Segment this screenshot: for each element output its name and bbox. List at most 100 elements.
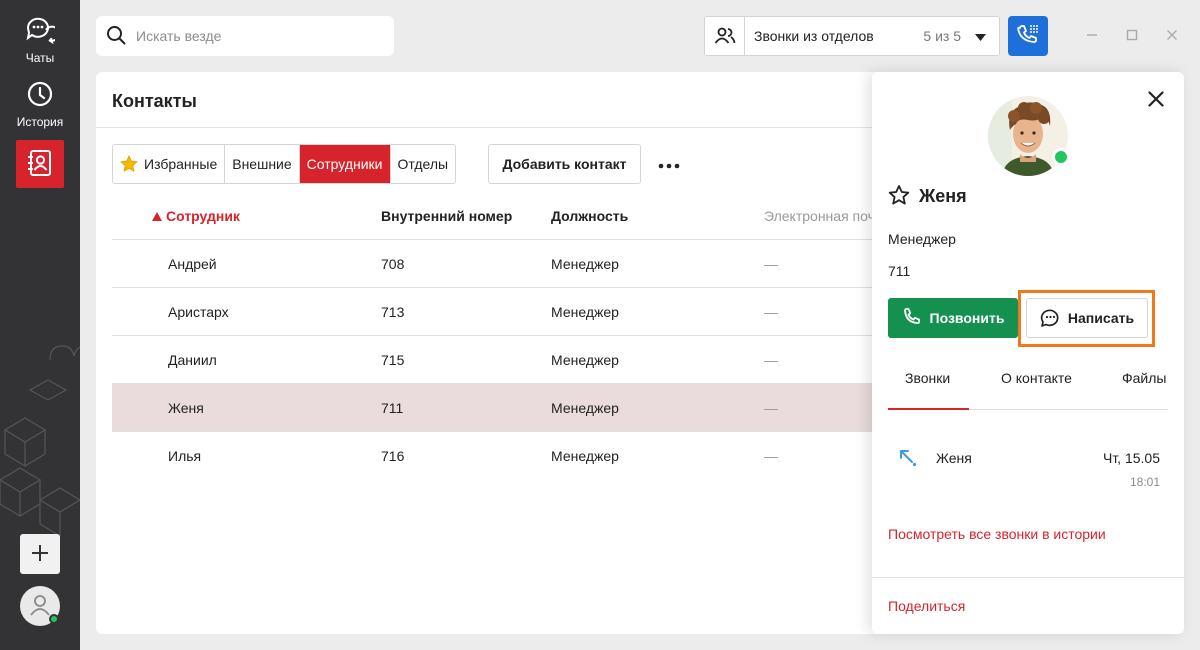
column-header-employee[interactable]: Сотрудник <box>152 208 240 224</box>
maximize-button[interactable] <box>1122 26 1142 46</box>
window-close-icon <box>1166 28 1178 44</box>
contact-position: Менеджер <box>888 231 956 247</box>
page-title: Контакты <box>112 91 197 111</box>
table-row[interactable]: Андрей 708 Менеджер — <box>112 240 872 288</box>
call-history-item[interactable]: Женя Чт, 15.05 18:01 <box>888 444 1168 494</box>
cell-email: — <box>764 304 778 320</box>
tab-employees[interactable]: Сотрудники <box>299 145 391 183</box>
table-row-selected[interactable]: Женя 711 Менеджер — <box>112 384 872 432</box>
panel-close-button[interactable] <box>1144 88 1168 112</box>
tab-about-contact[interactable]: О контакте <box>1001 370 1072 386</box>
cell-position: Менеджер <box>551 304 619 320</box>
cell-name: Даниил <box>168 352 217 368</box>
column-header-position[interactable]: Должность <box>551 208 628 224</box>
phone-call-button[interactable] <box>1008 16 1048 56</box>
minimize-button[interactable] <box>1082 26 1102 46</box>
column-header-label: Сотрудник <box>166 208 240 224</box>
caret-down-icon <box>975 28 986 44</box>
sidebar-decor-pattern <box>0 345 80 538</box>
tab-calls[interactable]: Звонки <box>905 370 950 386</box>
sidebar-item-label: История <box>16 115 64 129</box>
cell-position: Менеджер <box>551 448 619 464</box>
tab-label: Избранные <box>144 156 218 172</box>
sort-ascending-icon <box>152 212 162 221</box>
column-header-extension[interactable]: Внутренний номер <box>381 208 512 224</box>
cell-extension: 713 <box>381 304 405 320</box>
maximize-icon <box>1126 28 1138 44</box>
contacts-icon <box>27 149 53 180</box>
tab-files[interactable]: Файлы <box>1122 370 1166 386</box>
more-options-button[interactable] <box>656 152 682 176</box>
panel-tabs: Звонки О контакте Файлы <box>888 368 1168 410</box>
phone-icon <box>902 307 922 330</box>
cell-position: Менеджер <box>551 352 619 368</box>
cell-extension: 708 <box>381 256 405 272</box>
add-button[interactable] <box>20 534 60 574</box>
cell-email: — <box>764 400 778 416</box>
sidebar: Чаты История <box>0 0 80 650</box>
divider <box>872 577 1184 578</box>
contacts-tabs: Избранные Внешние Сотрудники Отделы <box>112 144 457 184</box>
table-row[interactable]: Даниил 715 Менеджер — <box>112 336 872 384</box>
sidebar-item-label: Чаты <box>25 51 55 65</box>
table-row[interactable]: Аристарх 713 Менеджер — <box>112 288 872 336</box>
view-all-calls-link[interactable]: Посмотреть все звонки в истории <box>888 526 1106 542</box>
cell-name: Аристарх <box>168 304 229 320</box>
chat-icon <box>25 16 60 47</box>
active-tab-indicator <box>888 408 969 410</box>
tab-label: Отделы <box>397 156 449 172</box>
table-row[interactable]: Илья 716 Менеджер — <box>112 432 872 480</box>
cell-extension: 711 <box>381 400 404 416</box>
plus-icon <box>31 544 49 565</box>
online-status-dot <box>1052 148 1070 166</box>
search-input[interactable] <box>136 28 376 44</box>
tab-departments[interactable]: Отделы <box>390 145 456 183</box>
department-calls-count: 5 из 5 <box>923 28 961 44</box>
tab-external[interactable]: Внешние <box>225 145 300 183</box>
sidebar-item-history[interactable]: История <box>0 80 80 136</box>
column-header-email[interactable]: Электронная почта <box>764 208 889 224</box>
contact-extension: 711 <box>888 263 911 279</box>
contact-detail-panel: Женя Менеджер 711 Позвонить Написать Зво… <box>872 72 1184 634</box>
sidebar-item-contacts[interactable] <box>16 140 64 188</box>
tab-favorites[interactable]: Избранные <box>113 145 226 183</box>
search-icon <box>106 25 126 48</box>
user-avatar[interactable] <box>20 586 60 626</box>
cell-extension: 716 <box>381 448 405 464</box>
share-link[interactable]: Поделиться <box>888 598 965 614</box>
cell-name: Илья <box>168 448 202 464</box>
user-avatar-icon <box>29 593 51 620</box>
contact-avatar <box>988 96 1070 176</box>
users-group-icon <box>705 17 745 55</box>
global-search <box>96 16 394 56</box>
history-clock-icon <box>26 80 54 111</box>
star-outline-icon[interactable] <box>888 184 910 209</box>
star-filled-icon <box>120 155 138 173</box>
incoming-call-arrow-icon <box>898 448 918 471</box>
department-calls-select[interactable]: Звонки из отделов 5 из 5 <box>704 16 1000 56</box>
cell-position: Менеджер <box>551 256 619 272</box>
cell-email: — <box>764 256 778 272</box>
tab-label: Сотрудники <box>306 156 383 172</box>
write-button-label: Написать <box>1067 310 1135 326</box>
cell-name: Андрей <box>168 256 217 272</box>
phone-dialpad-icon <box>1016 23 1040 50</box>
table-header: Сотрудник Внутренний номер Должность Эле… <box>112 192 889 240</box>
call-button-label: Позвонить <box>929 310 1005 326</box>
contact-name-row: Женя <box>888 184 967 208</box>
cell-position: Менеджер <box>551 400 619 416</box>
employees-table: Сотрудник Внутренний номер Должность Эле… <box>112 192 889 480</box>
window-close-button[interactable] <box>1162 26 1182 46</box>
cell-email: — <box>764 448 778 464</box>
call-button[interactable]: Позвонить <box>888 298 1018 338</box>
write-message-button[interactable]: Написать <box>1026 298 1148 338</box>
tab-label: Внешние <box>232 156 292 172</box>
cell-email: — <box>764 352 778 368</box>
add-contact-button[interactable]: Добавить контакт <box>488 144 641 184</box>
department-calls-label: Звонки из отделов <box>754 28 874 44</box>
call-time: 18:01 <box>1129 475 1160 489</box>
sidebar-item-chats[interactable]: Чаты <box>0 16 80 72</box>
cell-extension: 715 <box>381 352 405 368</box>
call-contact-name: Женя <box>936 450 972 466</box>
call-date: Чт, 15.05 <box>1102 450 1160 466</box>
